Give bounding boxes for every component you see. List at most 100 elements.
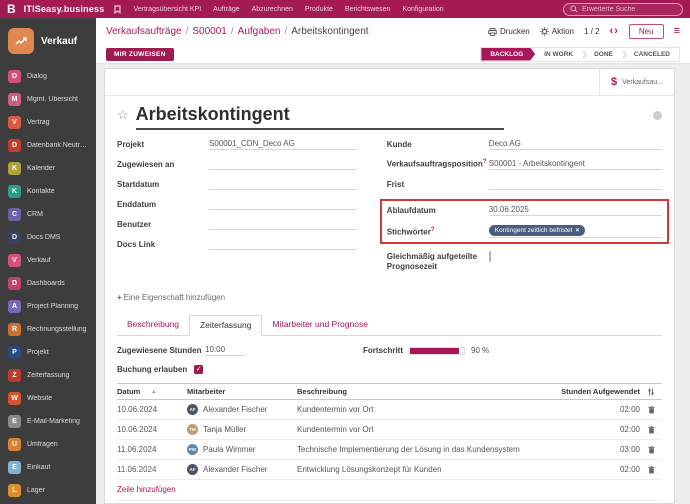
sidebar-item-projekt[interactable]: PProjekt bbox=[0, 341, 96, 364]
assign-to-me-button[interactable]: MIR ZUWEISEN bbox=[106, 48, 174, 61]
field-column-right: Kunde Deco AG Verkaufsauftragsposition? … bbox=[387, 139, 662, 281]
website-icon: W bbox=[8, 392, 21, 405]
sidebar-item-datenbank-neutralisieren[interactable]: DDatenbank Neutralisie... bbox=[0, 134, 96, 157]
sidebar-item-lager[interactable]: LLager bbox=[0, 479, 96, 502]
breadcrumb-s00001[interactable]: S00001 bbox=[192, 26, 226, 37]
column-header-stunden[interactable]: Stunden Aufgewendet bbox=[554, 387, 640, 396]
menu-item-abzurechnen[interactable]: Abzurechnen bbox=[252, 6, 293, 13]
sidebar-item-mgmt-uebersicht[interactable]: MMgmt. Übersicht bbox=[0, 88, 96, 111]
sidebar-item-dialog[interactable]: DDialog bbox=[0, 65, 96, 88]
verkauf-app-icon bbox=[8, 28, 34, 54]
sidebar-app-header[interactable]: Verkauf bbox=[0, 18, 96, 65]
delete-row-icon[interactable] bbox=[640, 426, 662, 434]
sidebar-item-project-planning[interactable]: AProject Planning bbox=[0, 295, 96, 318]
verkaufsauftragsposition-input[interactable]: S00001 - Arbeitskontingent bbox=[489, 159, 662, 170]
tab-zeiterfassung[interactable]: Zeiterfassung bbox=[189, 315, 263, 336]
menu-item-auftraege[interactable]: Aufträge bbox=[213, 6, 239, 13]
menu-item-vertragsuebersicht-kpi[interactable]: Vertragsübersicht KPI bbox=[133, 6, 201, 13]
column-header-mitarbeiter[interactable]: Mitarbeiter bbox=[187, 387, 297, 396]
einkauf-icon: E bbox=[8, 461, 21, 474]
projekt-input[interactable]: S00001_CDN_Deco AG bbox=[209, 139, 357, 150]
page-title[interactable]: Arbeitskontingent bbox=[136, 105, 504, 130]
table-row[interactable]: 11.06.2024 AFAlexander Fischer Entwicklu… bbox=[117, 460, 662, 480]
add-line-button[interactable]: Zeile hinzufügen bbox=[117, 480, 662, 501]
search-box[interactable] bbox=[563, 3, 683, 16]
docs-link-input[interactable] bbox=[209, 239, 357, 250]
sidebar-item-rechnungsstellung[interactable]: RRechnungsstellung bbox=[0, 318, 96, 341]
stage-canceled[interactable]: CANCELED bbox=[625, 48, 679, 61]
list-view-icon[interactable]: ≡ bbox=[674, 26, 680, 37]
allocated-hours-input[interactable]: 10:00 bbox=[205, 345, 245, 356]
sidebar-item-dashboards[interactable]: DDashboards bbox=[0, 272, 96, 295]
stage-backlog[interactable]: BACKLOG bbox=[481, 48, 535, 61]
tag-remove-icon[interactable]: × bbox=[575, 227, 579, 235]
benutzer-input[interactable] bbox=[209, 219, 357, 230]
tab-mitarbeiter-und-prognose[interactable]: Mitarbeiter und Prognose bbox=[262, 315, 377, 335]
add-property-button[interactable]: +Eine Eigenschaft hinzufügen bbox=[105, 281, 674, 302]
zugewiesen-an-input[interactable] bbox=[209, 159, 357, 170]
sidebar-item-kontakte[interactable]: KKontakte bbox=[0, 180, 96, 203]
field-stichwoerter: Stichwörter? Kontingent zeitlich befrist… bbox=[387, 225, 662, 238]
stage-in-work[interactable]: IN WORK bbox=[535, 48, 582, 61]
allow-booking-row: Buchung erlauben ✓ bbox=[117, 365, 662, 374]
delete-row-icon[interactable] bbox=[640, 466, 662, 474]
delete-row-icon[interactable] bbox=[640, 446, 662, 454]
menu-item-produkte[interactable]: Produkte bbox=[305, 6, 333, 13]
breadcrumb-aufgaben[interactable]: Aufgaben bbox=[238, 26, 281, 37]
startdatum-input[interactable] bbox=[209, 179, 357, 190]
new-button[interactable]: Neu bbox=[629, 24, 664, 39]
delete-row-icon[interactable] bbox=[640, 406, 662, 414]
ablaufdatum-input[interactable]: 30.06.2025 bbox=[489, 205, 662, 216]
sidebar: Verkauf DDialog MMgmt. Übersicht VVertra… bbox=[0, 18, 96, 504]
lager-icon: L bbox=[8, 484, 21, 497]
table-row[interactable]: 10.06.2024 AFAlexander Fischer Kundenter… bbox=[117, 400, 662, 420]
column-header-datum[interactable]: Datum▴ bbox=[117, 387, 187, 396]
action-bar: MIR ZUWEISEN BACKLOG IN WORK DONE CANCEL… bbox=[96, 45, 690, 64]
kunde-input[interactable]: Deco AG bbox=[489, 139, 662, 150]
app-logo[interactable]: B bbox=[7, 3, 16, 15]
sidebar-item-einkauf[interactable]: EEinkauf bbox=[0, 456, 96, 479]
sidebar-item-crm[interactable]: CCRM bbox=[0, 203, 96, 226]
breadcrumb-verkaufsauftraege[interactable]: Verkaufsaufträge bbox=[106, 26, 182, 37]
enddatum-input[interactable] bbox=[209, 199, 357, 210]
frist-input[interactable] bbox=[489, 179, 662, 190]
tab-beschreibung[interactable]: Beschreibung bbox=[117, 315, 189, 335]
sidebar-item-email-marketing[interactable]: EE-Mail-Marketing bbox=[0, 410, 96, 433]
sidebar-item-umfragen[interactable]: UUmfragen bbox=[0, 433, 96, 456]
sidebar-item-docs-dms[interactable]: DDocs DMS bbox=[0, 226, 96, 249]
sidebar-item-website[interactable]: WWebsite bbox=[0, 387, 96, 410]
field-projekt: Projekt S00001_CDN_Deco AG bbox=[117, 139, 357, 150]
menu-item-berichtswesen[interactable]: Berichtswesen bbox=[345, 6, 391, 13]
mgmt-uebersicht-icon: M bbox=[8, 93, 21, 106]
table-row[interactable]: 10.06.2024 TMTanja Müller Kundentermin v… bbox=[117, 420, 662, 440]
help-icon[interactable]: ? bbox=[431, 227, 435, 233]
tag-kontingent-zeitlich-befristet[interactable]: Kontingent zeitlich befristet × bbox=[489, 225, 585, 236]
help-icon[interactable]: ? bbox=[483, 159, 487, 165]
activity-status-icon[interactable] bbox=[653, 111, 662, 120]
field-verkaufsauftragsposition: Verkaufsauftragsposition? S00001 - Arbei… bbox=[387, 159, 662, 170]
search-input[interactable] bbox=[582, 6, 676, 13]
title-row: ☆ Arbeitskontingent bbox=[105, 96, 674, 130]
action-button[interactable]: Aktion bbox=[540, 27, 574, 36]
verkauf-icon: V bbox=[8, 254, 21, 267]
favorite-star-icon[interactable]: ☆ bbox=[117, 108, 129, 121]
search-icon bbox=[570, 5, 578, 13]
menu-item-konfiguration[interactable]: Konfiguration bbox=[402, 6, 443, 13]
sidebar-item-vertrag[interactable]: VVertrag bbox=[0, 111, 96, 134]
buchung-erlauben-checkbox[interactable]: ✓ bbox=[194, 365, 203, 374]
stichwoerter-input[interactable]: Kontingent zeitlich befristet × bbox=[489, 225, 662, 238]
bookmark-icon[interactable] bbox=[114, 5, 121, 14]
stage-done[interactable]: DONE bbox=[585, 48, 622, 61]
sidebar-item-zeiterfassung[interactable]: ZZeiterfassung bbox=[0, 364, 96, 387]
sort-asc-icon: ▴ bbox=[152, 389, 155, 395]
next-record-icon[interactable]: › bbox=[614, 25, 619, 37]
sidebar-item-verkauf[interactable]: VVerkauf bbox=[0, 249, 96, 272]
column-header-beschreibung[interactable]: Beschreibung bbox=[297, 387, 554, 396]
sale-order-stat-button[interactable]: $ Verkaufsau... bbox=[599, 69, 674, 95]
prognosezeit-checkbox[interactable] bbox=[489, 251, 491, 262]
brand-name[interactable]: ITISeasy.business bbox=[24, 4, 105, 14]
print-button[interactable]: Drucken bbox=[488, 27, 530, 36]
sidebar-item-kalender[interactable]: KKalender bbox=[0, 157, 96, 180]
column-options-icon[interactable] bbox=[640, 388, 662, 396]
table-row[interactable]: 11.06.2024 PWPaula Wimmer Technische Imp… bbox=[117, 440, 662, 460]
